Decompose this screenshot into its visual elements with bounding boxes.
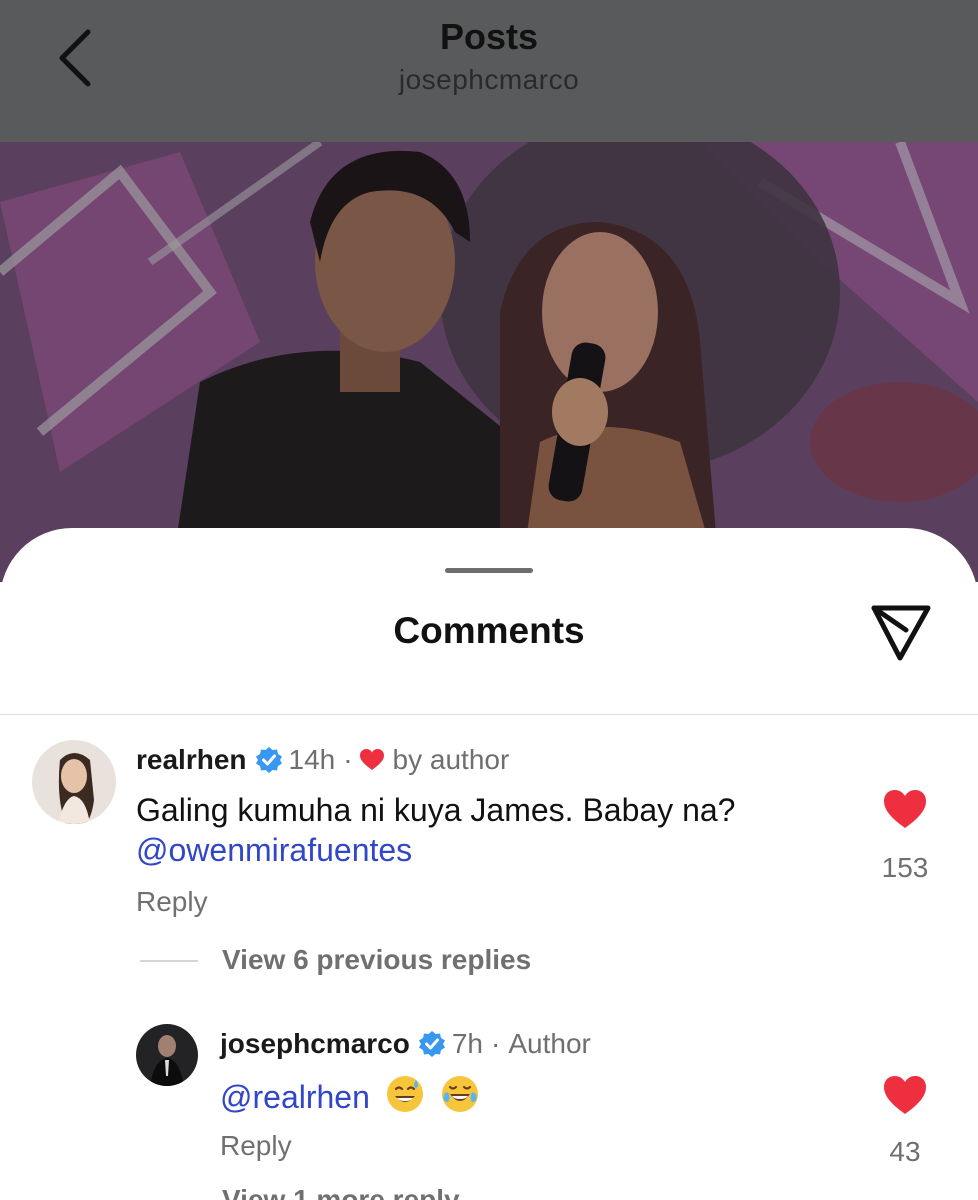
- meta-separator: ·: [343, 744, 353, 775]
- share-icon[interactable]: [866, 600, 936, 666]
- tears-of-joy-emoji-icon: [441, 1076, 478, 1112]
- top-bar: Posts josephcmarco: [0, 0, 978, 142]
- comments-sheet: Comments realrhen 14h · by author Galing…: [0, 528, 978, 1200]
- verified-badge-icon: [418, 1031, 445, 1057]
- avatar[interactable]: [32, 740, 116, 824]
- meta-separator: ·: [491, 1028, 501, 1059]
- thread-line: [140, 960, 198, 962]
- comment-meta: josephcmarco 7h · Author: [220, 1028, 591, 1060]
- sweat-smile-emoji-icon: [386, 1076, 423, 1112]
- comment-text: Galing kumuha ni kuya James. Babay na? @…: [136, 790, 836, 870]
- view-more-replies[interactable]: View 1 more reply: [222, 1184, 460, 1200]
- comment-text: @realrhen: [220, 1074, 820, 1117]
- verified-badge-icon: [255, 747, 282, 773]
- sheet-divider: [0, 714, 978, 715]
- reply-button[interactable]: Reply: [220, 1130, 292, 1162]
- reply-button[interactable]: Reply: [136, 886, 208, 918]
- like-heart-icon[interactable]: [882, 788, 928, 830]
- page-title: Posts: [439, 16, 539, 57]
- comment-time: 14h: [288, 744, 336, 775]
- post-photo: [0, 142, 978, 582]
- sheet-title: Comments: [393, 610, 585, 651]
- mention-link[interactable]: @owenmirafuentes: [136, 832, 412, 868]
- view-previous-replies[interactable]: View 6 previous replies: [222, 944, 531, 976]
- liked-by-author-heart-icon: [359, 749, 384, 770]
- comment-meta: realrhen 14h · by author: [136, 744, 509, 776]
- comment-username[interactable]: josephcmarco: [220, 1028, 410, 1060]
- like-count: 153: [881, 852, 929, 883]
- comment-username[interactable]: realrhen: [136, 744, 247, 776]
- mention-link[interactable]: @realrhen: [220, 1079, 370, 1115]
- page-username[interactable]: josephcmarco: [0, 64, 978, 96]
- comment-time: 7h: [451, 1028, 484, 1059]
- like-heart-icon[interactable]: [882, 1074, 928, 1116]
- sheet-grabber[interactable]: [445, 568, 533, 573]
- liked-by-author-label: by author: [392, 744, 510, 775]
- author-tag: Author: [508, 1028, 591, 1059]
- comment-body: Galing kumuha ni kuya James. Babay na?: [136, 792, 736, 828]
- avatar[interactable]: [136, 1024, 198, 1086]
- like-count: 43: [889, 1136, 921, 1167]
